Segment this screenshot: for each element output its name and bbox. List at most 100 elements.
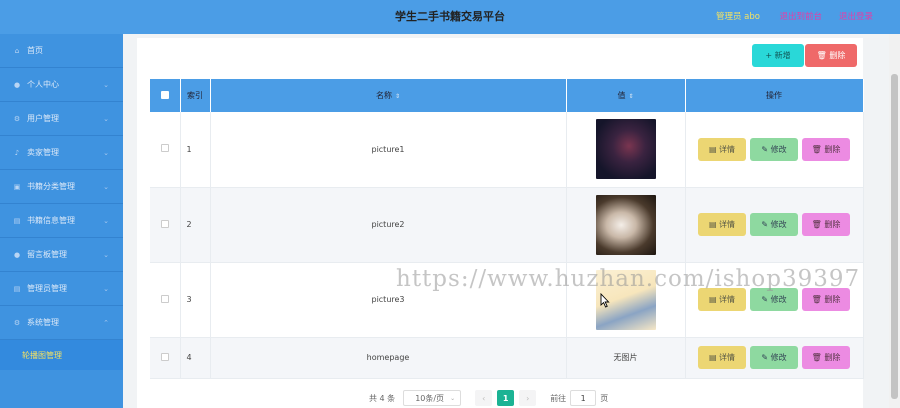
- sidebar-item-label: 留言板管理: [27, 250, 67, 259]
- table-row: 4 homepage 无图片 ▤ 详情 ✎ 修改 🗑 删除: [150, 337, 864, 379]
- row-select-cell: [150, 337, 181, 379]
- column-header-index: 索引: [180, 79, 211, 112]
- user-icon: ●: [13, 250, 21, 259]
- row-name: picture3: [210, 262, 567, 338]
- detail-button[interactable]: ▤ 详情: [698, 213, 746, 236]
- column-header-action: 操作: [685, 79, 864, 112]
- add-button[interactable]: + 新增: [752, 44, 804, 67]
- row-select-cell: [150, 187, 181, 263]
- row-actions: ▤ 详情 ✎ 修改 🗑 删除: [685, 337, 864, 379]
- list-icon: ▤: [13, 284, 21, 293]
- detail-label: 详情: [719, 144, 736, 154]
- edit-button[interactable]: ✎ 修改: [750, 288, 798, 311]
- row-checkbox[interactable]: [160, 352, 169, 361]
- delete-button[interactable]: 🗑 删除: [802, 137, 850, 161]
- row-select-cell: [150, 112, 181, 188]
- sidebar-item-label: 书籍分类管理: [27, 182, 75, 191]
- sidebar-item-personal[interactable]: ● 个人中心 ⌄: [0, 68, 123, 102]
- sidebar-item-users[interactable]: ⚙ 用户管理 ⌄: [0, 102, 123, 136]
- data-table: 索引 名称⇕ 值⇕ 操作 1 picture1 ▤ 详情✎ 修改🗑 删除: [150, 79, 864, 379]
- content-panel: + 新增 🗑 删除 索引 名称 ⇕ 值 ⇕ 操作 1 picture1 ▤ 详情…: [137, 38, 864, 408]
- sidebar-item-messages[interactable]: ● 留言板管理 ⌄: [0, 238, 123, 272]
- delete-label: 删除: [824, 220, 841, 229]
- page-size-value: 10条/页: [415, 393, 445, 403]
- prev-page-button[interactable]: ‹: [475, 390, 493, 406]
- image-thumbnail[interactable]: [595, 194, 656, 255]
- home-icon: ⌂: [14, 46, 20, 55]
- row-checkbox[interactable]: [160, 219, 169, 228]
- goto-page-input[interactable]: 1: [570, 390, 597, 406]
- sidebar-item-label: 书籍信息管理: [27, 216, 75, 225]
- sidebar-item-sellers[interactable]: ♪ 卖家管理 ⌄: [0, 136, 123, 170]
- gear-icon: ⚙: [13, 114, 21, 123]
- row-index: 2: [180, 187, 211, 263]
- logout-link[interactable]: 退出登录: [839, 0, 873, 34]
- sidebar-item-admins[interactable]: ▤ 管理员管理 ⌄: [0, 272, 123, 306]
- exit-to-frontend-link[interactable]: 退出到前台: [779, 0, 822, 34]
- sort-icon[interactable]: ⇕: [628, 93, 633, 100]
- delete-button[interactable]: 🗑 删除: [802, 346, 850, 369]
- row-actions: ▤ 详情 ✎ 修改 🗑 删除: [685, 187, 864, 263]
- chevron-down-icon: ⌄: [103, 81, 109, 89]
- delete-label: 删除: [824, 144, 841, 154]
- sidebar-item-home[interactable]: ⌂ 首页: [0, 34, 123, 68]
- document-icon: ▤: [708, 144, 720, 154]
- next-page-button[interactable]: ›: [519, 390, 537, 406]
- image-thumbnail[interactable]: [595, 119, 656, 180]
- detail-button[interactable]: ▤ 详情: [698, 137, 746, 161]
- row-name: homepage: [210, 337, 567, 379]
- delete-label: 删除: [824, 353, 841, 362]
- pencil-icon: ✎: [761, 220, 771, 229]
- edit-button[interactable]: ✎ 修改: [750, 346, 798, 369]
- row-checkbox[interactable]: [160, 294, 169, 303]
- batch-delete-button[interactable]: 🗑 删除: [805, 44, 857, 67]
- sidebar-item-book-categories[interactable]: ▣ 书籍分类管理 ⌄: [0, 170, 123, 204]
- sidebar-item-label: 卖家管理: [27, 148, 59, 157]
- row-name: picture1: [210, 112, 567, 188]
- sidebar-item-book-info[interactable]: ▤ 书籍信息管理 ⌄: [0, 204, 123, 238]
- column-header-name[interactable]: 名称 ⇕: [210, 79, 567, 112]
- chevron-down-icon: ⌄: [103, 115, 109, 123]
- sort-icon[interactable]: ⇕: [395, 93, 400, 100]
- edit-label: 修改: [770, 295, 787, 304]
- sidebar-item-label: 管理员管理: [27, 284, 67, 293]
- pagination: 共 4 条 10条/页 ⌄ ‹ 1 › 前往 1 页: [369, 390, 608, 406]
- column-header-name-label: 名称: [375, 91, 392, 100]
- sidebar-item-label: 个人中心: [27, 80, 59, 89]
- row-index: 4: [180, 337, 211, 379]
- chevron-down-icon: ⌄: [103, 285, 109, 293]
- edit-label: 修改: [770, 220, 787, 229]
- chevron-down-icon: ⌄: [103, 251, 109, 259]
- row-name: picture2: [210, 187, 567, 263]
- scrollbar-thumb[interactable]: [891, 74, 898, 399]
- row-checkbox[interactable]: [160, 144, 169, 153]
- book-icon: ▣: [13, 182, 21, 191]
- vertical-scrollbar[interactable]: [889, 34, 900, 408]
- edit-button[interactable]: ✎ 修改: [750, 213, 798, 236]
- trash-icon: 🗑: [811, 295, 825, 304]
- page-number-current[interactable]: 1: [497, 390, 515, 406]
- delete-button[interactable]: 🗑 删除: [802, 288, 850, 311]
- pencil-icon: ✎: [761, 295, 771, 304]
- detail-button[interactable]: ▤ 详情: [698, 346, 746, 369]
- sidebar-subitem-carousel[interactable]: 轮播图管理: [0, 340, 123, 370]
- detail-button[interactable]: ▤ 详情: [698, 288, 746, 311]
- mouse-cursor-icon: [600, 293, 610, 308]
- row-select-cell: [150, 262, 181, 338]
- select-all-checkbox[interactable]: [160, 90, 169, 99]
- column-header-value[interactable]: 值 ⇕: [566, 79, 686, 112]
- document-icon: ▤: [708, 353, 720, 362]
- page-size-select[interactable]: 10条/页 ⌄: [403, 390, 462, 406]
- trash-icon: 🗑: [811, 144, 825, 154]
- table-row: 1 picture1 ▤ 详情 ✎ 修改 🗑 删除: [150, 112, 864, 188]
- row-actions: ▤ 详情 ✎ 修改 🗑 删除: [685, 262, 864, 338]
- detail-label: 详情: [719, 295, 736, 304]
- row-value: 无图片: [566, 337, 686, 379]
- row-index: 1: [180, 112, 211, 188]
- edit-button[interactable]: ✎ 修改: [750, 137, 798, 161]
- document-icon: ▤: [708, 220, 720, 229]
- table-row: 3 picture3 ▤ 详情 ✎ 修改 🗑 删除: [150, 262, 864, 338]
- delete-button[interactable]: 🗑 删除: [802, 213, 850, 236]
- sidebar-item-system[interactable]: ⚙ 系统管理 ⌃: [0, 306, 123, 340]
- row-value: [566, 187, 686, 263]
